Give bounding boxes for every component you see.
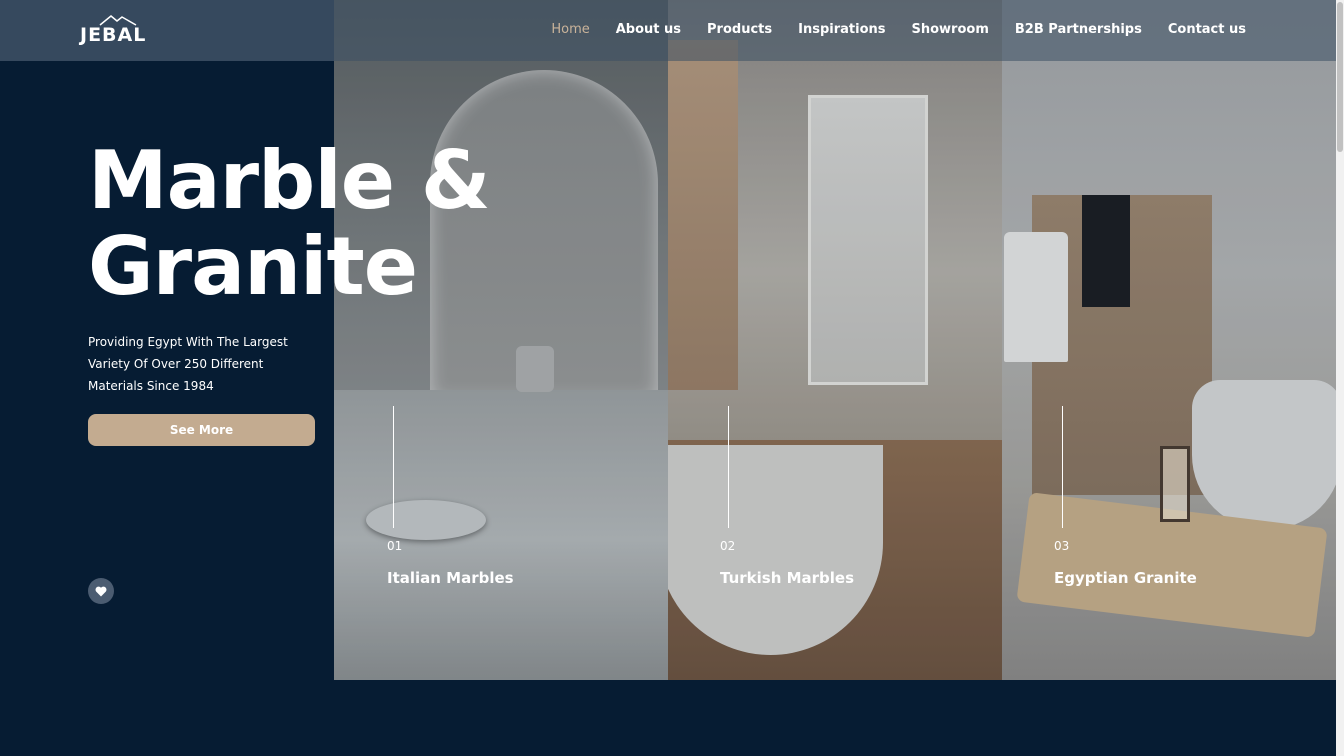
nav-inspirations[interactable]: Inspirations [798,22,885,37]
next-section [0,680,1336,756]
category-number: 02 [720,539,736,553]
site-logo[interactable]: JEBAL [80,14,156,46]
category-number: 01 [387,539,403,553]
category-name[interactable]: Egyptian Granite [1054,569,1197,587]
hero-subtitle: Providing Egypt With The Largest Variety… [88,335,288,393]
category-name[interactable]: Turkish Marbles [720,569,854,587]
nav-products[interactable]: Products [707,22,772,37]
see-more-button[interactable]: See More [88,414,315,446]
logo-text: JEBAL [80,24,147,46]
heart-icon [95,586,107,596]
hero-title-line-2: Granite [88,220,418,313]
hero-title: Marble & Granite [88,138,491,313]
panel-divider-line [393,406,394,528]
category-number: 03 [1054,539,1070,553]
nav-about-us[interactable]: About us [616,22,681,37]
hero-section: 01 Italian Marbles 02 Turkish Marbles 03… [0,0,1336,680]
panel-divider-line [728,406,729,528]
category-panel-egyptian[interactable]: 03 Egyptian Granite [1002,0,1336,680]
nav-contact-us[interactable]: Contact us [1168,22,1246,37]
page-scrollbar[interactable] [1336,0,1344,756]
hero-title-line-1: Marble & [88,134,491,227]
nav-b2b-partnerships[interactable]: B2B Partnerships [1015,22,1142,37]
main-nav: Home About us Products Inspirations Show… [551,22,1246,37]
favorite-button[interactable] [88,578,114,604]
category-name[interactable]: Italian Marbles [387,569,514,587]
category-panel-turkish[interactable]: 02 Turkish Marbles [668,0,1002,680]
category-panel-italian[interactable]: 01 Italian Marbles [334,0,668,680]
nav-home[interactable]: Home [551,22,589,37]
scrollbar-thumb[interactable] [1337,2,1343,152]
panel-divider-line [1062,406,1063,528]
nav-showroom[interactable]: Showroom [912,22,989,37]
